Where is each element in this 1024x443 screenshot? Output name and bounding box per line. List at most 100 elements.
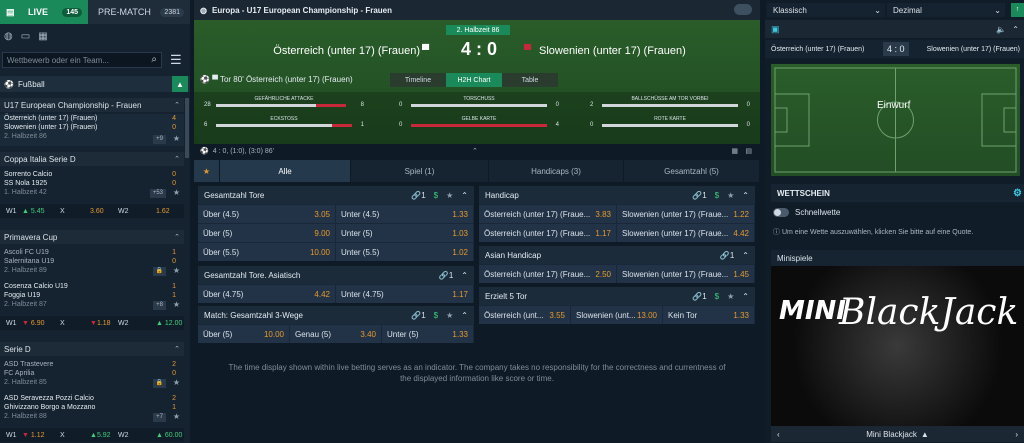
odd-button[interactable]: Genau (5) 3.40 [290,325,381,343]
odds-w1[interactable]: ▼ 1.12 [22,432,60,439]
odd-button[interactable]: Österreich (unter 17) (Fraue... 2.50 [479,265,616,283]
odd-button[interactable]: Unter (4.5) 1.33 [336,205,473,223]
chevron-up-icon[interactable]: ⌃ [742,191,749,200]
market-header[interactable]: Handicap 🔗1 $ ★ ⌃ [479,186,755,204]
odds-w1[interactable]: ▼ 6.90 [22,320,60,327]
odd-button[interactable]: Slowenien (unt... 13.00 [571,306,662,324]
globe-icon[interactable]: ◍ [4,31,13,42]
chevron-up-icon[interactable]: ▲ [172,76,188,92]
quick-bet-toggle[interactable] [773,208,789,217]
market-header[interactable]: Asian Handicap 🔗1 ⌃ [479,246,755,264]
chevron-up-icon[interactable]: ⌃ [174,345,180,353]
dollar-icon[interactable]: $ [434,311,438,320]
calendar-icon[interactable]: ▦ [38,31,47,42]
match-item[interactable]: ASD Trastevere FC Aprilia 2. Halbzeit 85… [0,360,184,390]
more-markets-badge[interactable]: +7 [153,413,166,422]
star-icon[interactable]: ★ [727,191,734,200]
odds-x[interactable]: ▲5.92 [90,432,112,439]
link-icon[interactable]: 🔗1 [411,191,425,200]
odd-button[interactable]: Über (5.5) 10.00 [198,243,335,261]
odd-button[interactable]: Österreich (unter 17) (Fraue... 1.17 [479,224,616,242]
odds-w2[interactable]: ▲ 60.00 [156,432,182,439]
odd-button[interactable]: Über (4.5) 3.05 [198,205,335,223]
dollar-icon[interactable]: $ [715,191,719,200]
market-header[interactable]: Gesamtzahl Tore. Asiatisch 🔗1 ⌃ [198,266,474,284]
menu-icon[interactable]: ☰ [170,52,182,68]
odds-w2[interactable]: 1.62 [156,208,170,215]
grid-icon[interactable]: ▦ [731,147,738,155]
match-item[interactable]: ASD Seravezza Pozzi Calcio Ghivizzano Bo… [0,394,184,424]
format-select[interactable]: Klassisch ⌄ [767,3,885,17]
more-markets-badge[interactable]: +53 [149,189,166,198]
chevron-up-icon[interactable]: ⌃ [461,311,468,320]
star-icon[interactable]: ★ [173,412,180,421]
link-icon[interactable]: 🔗1 [411,311,425,320]
match-item[interactable]: Österreich (unter 17) (Frauen) Slowenien… [0,114,184,146]
league-header[interactable]: U17 European Championship - Frauen ⌃ [0,98,184,112]
chevron-up-icon[interactable]: ⌃ [472,147,478,155]
league-header[interactable]: Primavera Cup ⌃ [0,230,184,244]
chevron-right-icon[interactable]: › [1015,430,1018,439]
tab-totals[interactable]: Gesamtzahl (5) [624,160,760,182]
chevron-up-icon[interactable]: ⌃ [461,191,468,200]
star-icon[interactable]: ★ [173,134,180,143]
link-icon[interactable]: 🔗1 [720,251,734,260]
dollar-icon[interactable]: $ [715,292,719,301]
odd-button[interactable]: Unter (5) 1.03 [336,224,473,242]
star-icon[interactable]: ★ [446,191,453,200]
field-icon[interactable]: ▣ [771,24,780,35]
tab-handicaps[interactable]: Handicaps (3) [489,160,624,182]
chevron-up-icon[interactable]: ⌃ [174,101,180,109]
toggle-switch[interactable] [734,4,752,15]
star-icon[interactable]: ★ [173,266,180,275]
star-icon[interactable]: ★ [173,188,180,197]
odd-button[interactable]: Slowenien (unter 17) (Fraue... 4.42 [617,224,754,242]
tab-timeline[interactable]: Timeline [390,73,446,87]
star-icon[interactable]: ★ [727,292,734,301]
odd-button[interactable]: Über (5) 10.00 [198,325,289,343]
odd-button[interactable]: Österreich (unter 17) (Fraue... 3.83 [479,205,616,223]
match-item[interactable]: Sorrento Calcio SS Nola 1925 1. Halbzeit… [0,170,184,200]
odd-button[interactable]: Über (5) 9.00 [198,224,335,242]
odd-button[interactable]: Slowenien (unter 17) (Fraue... 1.45 [617,265,754,283]
chevron-up-icon[interactable]: ⌃ [461,271,468,280]
mini-blackjack-banner[interactable]: MINI BlackJack [771,266,1024,426]
star-icon[interactable]: ★ [173,300,180,309]
search-icon[interactable]: ⌕ [151,54,157,65]
quick-bet[interactable]: Schnellwette [773,208,840,217]
sport-row-football[interactable]: ⚽ Fußball ▲ [0,76,190,92]
odd-button[interactable]: Über (4.75) 4.42 [198,285,335,303]
odd-button[interactable]: Kein Tor 1.33 [663,306,754,324]
star-icon[interactable]: ★ [446,311,453,320]
monitor-icon[interactable]: ▭ [21,31,30,42]
search-input[interactable]: Wettbewerb oder ein Team... ⌕ [2,52,162,68]
favorites-star-icon[interactable]: ★ [194,160,220,182]
scroll-up-button[interactable]: ↑ [1011,3,1024,17]
tab-h2h-chart[interactable]: H2H Chart [446,73,502,87]
odd-button[interactable]: Unter (4.75) 1.17 [336,285,473,303]
league-header[interactable]: Coppa Italia Serie D ⌃ [0,152,184,166]
match-item[interactable]: Cosenza Calcio U19 Foggia U19 2. Halbzei… [0,282,184,312]
odds-x[interactable]: ▼1.18 [90,320,112,327]
link-icon[interactable]: 🔗1 [439,271,453,280]
odds-w2[interactable]: ▲ 12.00 [156,320,182,327]
tab-table[interactable]: Table [502,73,558,87]
tab-game[interactable]: Spiel (1) [351,160,489,182]
odd-button[interactable]: Unter (5) 1.33 [382,325,473,343]
link-icon[interactable]: 🔗1 [692,292,706,301]
more-markets-badge[interactable]: +9 [153,135,166,144]
chevron-up-icon[interactable]: ⌃ [742,251,749,260]
chevron-up-icon[interactable]: ⌃ [742,292,749,301]
league-header[interactable]: Serie D ⌃ [0,342,184,356]
chevron-left-icon[interactable]: ‹ [777,430,780,439]
sidebar-scrollbar[interactable] [185,98,189,158]
chevron-up-icon[interactable]: ⌃ [1012,25,1019,34]
odds-x[interactable]: 3.60 [90,208,112,215]
tab-prematch[interactable]: PRE-MATCH 2381 [88,0,190,24]
more-markets-badge[interactable]: +8 [153,301,166,310]
odds-type-select[interactable]: Dezimal ⌄ [887,3,1005,17]
list-icon[interactable]: ▤ [745,147,752,155]
dollar-icon[interactable]: $ [434,191,438,200]
market-header[interactable]: Erzielt 5 Tor 🔗1 $ ★ ⌃ [479,287,755,305]
chevron-up-icon[interactable]: ⌃ [174,233,180,241]
